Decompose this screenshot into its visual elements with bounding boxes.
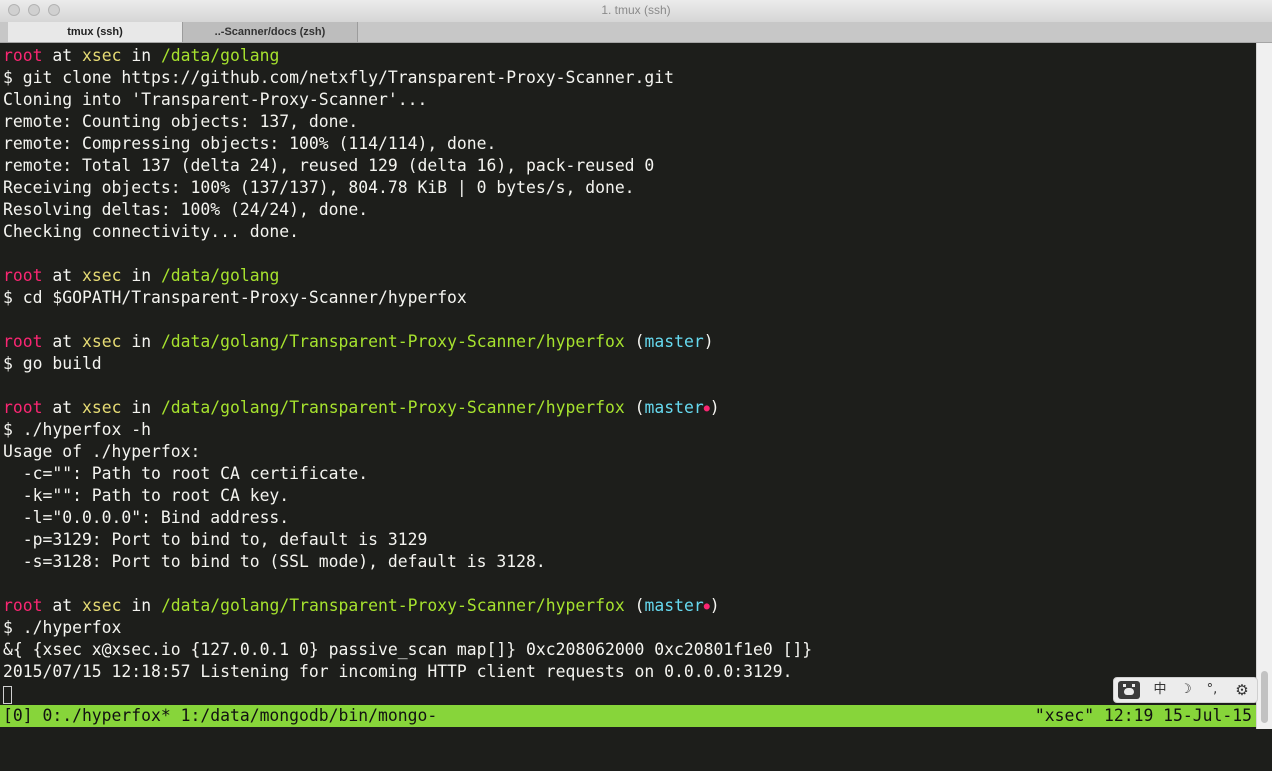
prompt-paren-close: ) xyxy=(709,398,720,417)
terminal-output[interactable]: root at xsec in /data/golang $ git clone … xyxy=(0,43,1256,705)
prompt-paren-close: ) xyxy=(703,332,714,351)
terminal-line: -l="0.0.0.0": Bind address. xyxy=(3,508,290,527)
prompt-host: xsec xyxy=(81,46,122,65)
terminal-line: $ cd $GOPATH/Transparent-Proxy-Scanner/h… xyxy=(3,288,467,307)
moon-icon[interactable]: ☽ xyxy=(1176,681,1196,699)
gear-icon[interactable]: ⚙ xyxy=(1232,681,1252,699)
prompt-host: xsec xyxy=(81,398,122,417)
terminal-line: $ ./hyperfox xyxy=(3,618,122,637)
prompt-at: at xyxy=(42,398,82,417)
prompt-in: in xyxy=(121,398,161,417)
shell-prompt: root at xsec in /data/golang xyxy=(3,45,279,67)
prompt-at: at xyxy=(42,596,82,615)
prompt-at: at xyxy=(42,332,82,351)
terminal-line: -k="": Path to root CA key. xyxy=(3,486,290,505)
terminal-line: -c="": Path to root CA certificate. xyxy=(3,464,369,483)
terminal-line: Checking connectivity... done. xyxy=(3,222,300,241)
prompt-path: /data/golang xyxy=(160,266,280,285)
prompt-in: in xyxy=(121,266,161,285)
terminal-line: Resolving deltas: 100% (24/24), done. xyxy=(3,200,369,219)
tab-bar: tmux (ssh) ..-Scanner/docs (zsh) xyxy=(0,22,1272,43)
prompt-host: xsec xyxy=(81,266,122,285)
prompt-path: /data/golang/Transparent-Proxy-Scanner/h… xyxy=(160,596,625,615)
shell-prompt: root at xsec in /data/golang/Transparent… xyxy=(3,595,720,617)
terminal-line: &{ {xsec x@xsec.io {127.0.0.1 0} passive… xyxy=(3,640,813,659)
shell-prompt: root at xsec in /data/golang/Transparent… xyxy=(3,331,714,353)
prompt-user: root xyxy=(3,332,43,351)
prompt-git-branch: master xyxy=(644,398,704,417)
prompt-paren-close: ) xyxy=(709,596,720,615)
prompt-path: /data/golang/Transparent-Proxy-Scanner/h… xyxy=(160,398,625,417)
terminal-line: remote: Counting objects: 137, done. xyxy=(3,112,359,131)
tmux-status-right: "xsec" 12:19 15-Jul-15 xyxy=(1034,706,1252,725)
window-title: 1. tmux (ssh) xyxy=(601,3,671,17)
prompt-paren-open: ( xyxy=(624,332,645,351)
prompt-paren-open: ( xyxy=(624,398,645,417)
prompt-at: at xyxy=(42,46,82,65)
tab-tmux-ssh[interactable]: tmux (ssh) xyxy=(8,22,183,42)
prompt-host: xsec xyxy=(81,332,122,351)
scrollbar-thumb[interactable] xyxy=(1261,671,1268,723)
terminal-line: $ git clone https://github.com/netxfly/T… xyxy=(3,68,675,87)
terminal-line: $ ./hyperfox -h xyxy=(3,420,152,439)
shell-prompt: root at xsec in /data/golang xyxy=(3,265,279,287)
terminal-cursor xyxy=(3,686,12,704)
tmux-statusbar: [0] 0:./hyperfox* 1:/data/mongodb/bin/mo… xyxy=(0,705,1256,727)
terminal-line: remote: Total 137 (delta 24), reused 129… xyxy=(3,156,655,175)
prompt-user: root xyxy=(3,46,43,65)
punctuation-icon[interactable]: °, xyxy=(1202,681,1222,699)
window-titlebar: 1. tmux (ssh) xyxy=(0,0,1272,23)
scrollbar[interactable] xyxy=(1256,43,1272,729)
terminal-line: 2015/07/15 12:18:57 Listening for incomi… xyxy=(3,662,793,681)
shell-prompt: root at xsec in /data/golang/Transparent… xyxy=(3,397,720,419)
tmux-window-list: [0] 0:./hyperfox* 1:/data/mongodb/bin/mo… xyxy=(3,706,438,725)
ime-toolbar: 中 ☽ °, ⚙ xyxy=(1113,677,1258,703)
prompt-in: in xyxy=(121,332,161,351)
prompt-paren-open: ( xyxy=(624,596,645,615)
prompt-user: root xyxy=(3,398,43,417)
terminal-line: Cloning into 'Transparent-Proxy-Scanner'… xyxy=(3,90,428,109)
prompt-at: at xyxy=(42,266,82,285)
tab-scanner-docs[interactable]: ..-Scanner/docs (zsh) xyxy=(183,22,358,42)
chinese-mode-icon[interactable]: 中 xyxy=(1150,681,1170,699)
prompt-path: /data/golang/Transparent-Proxy-Scanner/h… xyxy=(160,332,625,351)
prompt-host: xsec xyxy=(81,596,122,615)
terminal-line: -s=3128: Port to bind to (SSL mode), def… xyxy=(3,552,546,571)
prompt-user: root xyxy=(3,596,43,615)
terminal-line: -p=3129: Port to bind to, default is 312… xyxy=(3,530,428,549)
terminal-line: $ go build xyxy=(3,354,102,373)
prompt-in: in xyxy=(121,46,161,65)
paw-icon[interactable] xyxy=(1118,681,1140,699)
terminal-line: remote: Compressing objects: 100% (114/1… xyxy=(3,134,497,153)
prompt-git-branch: master xyxy=(644,332,704,351)
prompt-user: root xyxy=(3,266,43,285)
prompt-git-branch: master xyxy=(644,596,704,615)
prompt-path: /data/golang xyxy=(160,46,280,65)
prompt-in: in xyxy=(121,596,161,615)
terminal-line: Usage of ./hyperfox: xyxy=(3,442,201,461)
terminal-line: Receiving objects: 100% (137/137), 804.7… xyxy=(3,178,635,197)
